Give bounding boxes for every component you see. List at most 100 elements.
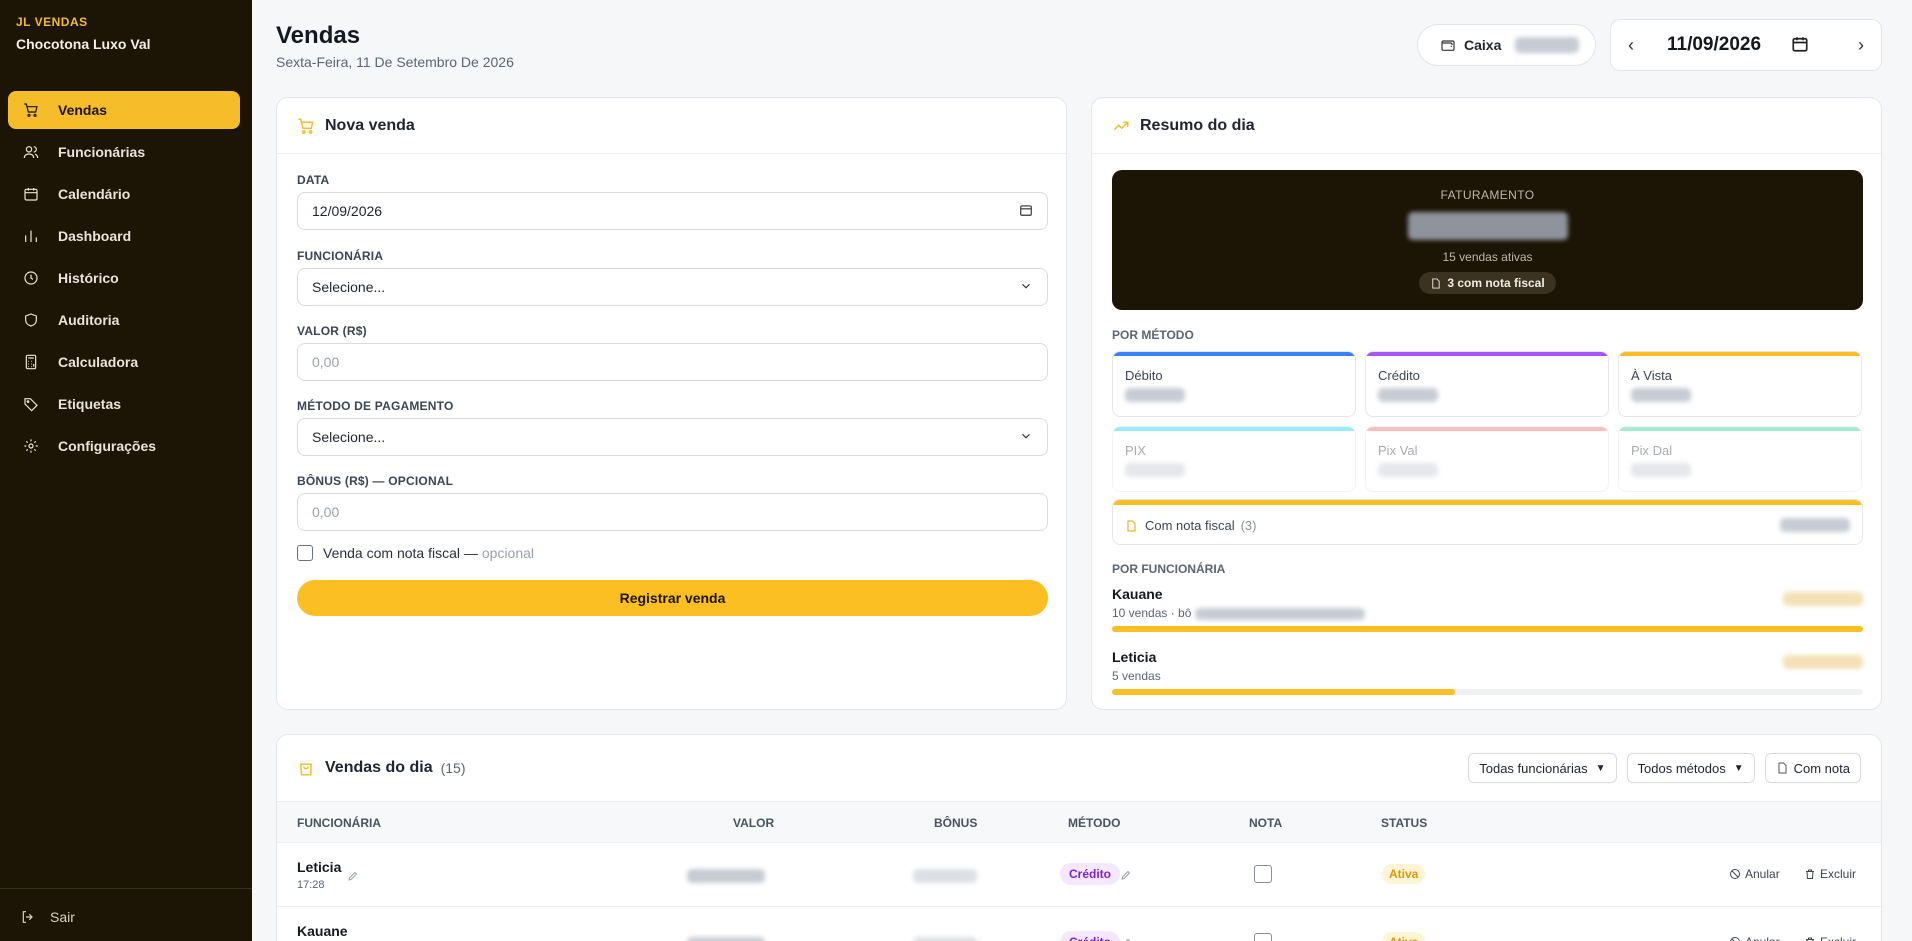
date-label: DATA bbox=[297, 173, 330, 187]
vendas-do-dia-title: Vendas do dia bbox=[325, 759, 433, 776]
nota-fiscal-checkbox[interactable] bbox=[297, 545, 313, 561]
anular-button[interactable]: Anular bbox=[1729, 867, 1780, 881]
metodo-value-blurred bbox=[1125, 463, 1185, 477]
prev-day-button[interactable]: ‹ bbox=[1611, 35, 1651, 56]
funcionaria-progress-track bbox=[1112, 689, 1863, 695]
sidebar-divider bbox=[0, 888, 252, 889]
cart-icon bbox=[298, 118, 314, 134]
file-icon bbox=[1778, 762, 1787, 774]
filter-metodos-select[interactable]: Todos métodos ▼ bbox=[1626, 753, 1755, 783]
filter-funcionarias-select[interactable]: Todas funcionárias ▼ bbox=[1468, 753, 1617, 783]
file-icon bbox=[1432, 277, 1440, 289]
sidebar-item-vendas[interactable]: Vendas bbox=[8, 91, 240, 129]
metodo-color-bar bbox=[1113, 427, 1355, 431]
filter-com-nota-button[interactable]: Com nota bbox=[1764, 753, 1861, 783]
sidebar-item-calendario[interactable]: Calendário bbox=[8, 175, 240, 213]
sidebar-item-historico[interactable]: Histórico bbox=[8, 259, 240, 297]
current-date: 11/09/2026 bbox=[1667, 34, 1762, 55]
resumo-title: Resumo do dia bbox=[1140, 116, 1255, 134]
sidebar-item-label: Vendas bbox=[58, 102, 108, 118]
sidebar-item-label: Etiquetas bbox=[58, 396, 122, 412]
funcionaria-select[interactable]: Selecione... bbox=[297, 268, 1048, 306]
sidebar-item-label: Histórico bbox=[58, 270, 119, 286]
col-metodo: MÉTODO bbox=[1068, 816, 1121, 830]
page-subtitle: Sexta-Feira, 11 De Setembro De 2026 bbox=[276, 54, 514, 70]
excluir-button[interactable]: Excluir bbox=[1804, 867, 1856, 881]
next-day-button[interactable]: › bbox=[1841, 35, 1881, 56]
metodo-select[interactable]: Selecione... bbox=[297, 418, 1048, 456]
vendas-do-dia-card: Vendas do dia (15) Todas funcionárias ▼ T… bbox=[276, 734, 1882, 941]
valor-input[interactable]: 0,00 bbox=[297, 343, 1048, 381]
nota-color-bar bbox=[1113, 500, 1862, 505]
date-input[interactable]: 12/09/2026 bbox=[297, 192, 1048, 230]
metodo-card-pix-val: Pix Val bbox=[1365, 426, 1609, 492]
sidebar-item-label: Calculadora bbox=[58, 354, 139, 370]
caixa-button[interactable]: Caixa bbox=[1417, 24, 1596, 66]
metodo-name: PIX bbox=[1125, 443, 1146, 458]
edit-metodo-pencil-icon[interactable] bbox=[1120, 936, 1132, 941]
row-bonus-blurred bbox=[913, 869, 977, 883]
sidebar-item-label: Auditoria bbox=[58, 312, 120, 328]
calendar-picker-icon[interactable] bbox=[1791, 35, 1809, 56]
metodo-name: Pix Val bbox=[1378, 443, 1418, 458]
edit-metodo-pencil-icon[interactable] bbox=[1120, 868, 1132, 884]
metodo-value-blurred bbox=[1631, 463, 1691, 477]
row-nota-checkbox[interactable] bbox=[1254, 933, 1272, 941]
com-nota-badge: 3 com nota fiscal bbox=[1419, 272, 1556, 294]
col-status: STATUS bbox=[1381, 816, 1428, 830]
sidebar-item-calculadora[interactable]: Calculadora bbox=[8, 343, 240, 381]
metodo-color-bar bbox=[1619, 352, 1861, 356]
row-funcionaria: Kauane bbox=[297, 923, 348, 939]
sidebar-item-label: Dashboard bbox=[58, 228, 132, 244]
page-title: Vendas bbox=[276, 22, 361, 49]
metodo-name: À Vista bbox=[1631, 368, 1672, 383]
funcionaria-sub: 5 vendas bbox=[1112, 669, 1161, 683]
bonus-value-blurred bbox=[1195, 607, 1366, 620]
com-nota-fiscal-card: Com nota fiscal (3) bbox=[1112, 499, 1863, 545]
metodo-value-blurred bbox=[1125, 388, 1185, 402]
logout-button[interactable]: Sair bbox=[20, 909, 75, 925]
calendar-icon bbox=[20, 185, 42, 203]
trending-up-icon bbox=[1113, 121, 1129, 130]
metodo-card-debito: Débito bbox=[1112, 351, 1356, 417]
sidebar-nav: Vendas Funcionárias Calendário Dashboard… bbox=[8, 91, 240, 469]
bonus-label: BÔNUS (R$) — OPCIONAL bbox=[297, 474, 454, 488]
shopping-bag-icon bbox=[299, 763, 313, 776]
sidebar-item-auditoria[interactable]: Auditoria bbox=[8, 301, 240, 339]
sidebar-item-etiquetas[interactable]: Etiquetas bbox=[8, 385, 240, 423]
faturamento-value-blurred bbox=[1408, 212, 1568, 240]
bonus-input[interactable]: 0,00 bbox=[297, 493, 1048, 531]
anular-button[interactable]: Anular bbox=[1729, 935, 1780, 941]
por-funcionaria-label: POR FUNCIONÁRIA bbox=[1112, 562, 1226, 576]
com-nota-badge-label: 3 com nota fiscal bbox=[1447, 276, 1545, 290]
nota-fiscal-checkbox-row[interactable]: Venda com nota fiscal — opcional bbox=[297, 545, 534, 561]
sidebar-item-funcionarias[interactable]: Funcionárias bbox=[8, 133, 240, 171]
por-metodo-label: POR MÉTODO bbox=[1112, 328, 1194, 342]
registrar-venda-button[interactable]: Registrar venda bbox=[297, 580, 1048, 616]
chevron-down-icon bbox=[1019, 429, 1033, 446]
row-metodo-badge: Crédito bbox=[1060, 863, 1120, 885]
brand-tag: JL VENDAS bbox=[16, 15, 88, 29]
row-metodo-badge: Crédito bbox=[1060, 931, 1120, 941]
excluir-button[interactable]: Excluir bbox=[1804, 935, 1856, 941]
com-nota-fiscal-text: Com nota fiscal (3) bbox=[1125, 518, 1256, 533]
sidebar-item-dashboard[interactable]: Dashboard bbox=[8, 217, 240, 255]
row-nota-checkbox[interactable] bbox=[1254, 865, 1272, 883]
funcionaria-name: Kauane bbox=[1112, 586, 1163, 602]
metodo-card-credito: Crédito bbox=[1365, 351, 1609, 417]
bar-chart-icon bbox=[20, 227, 42, 245]
metodo-value-blurred bbox=[1378, 463, 1438, 477]
row-status-badge: Ativa bbox=[1382, 864, 1426, 884]
col-valor: VALOR bbox=[733, 816, 775, 830]
metodo-value-blurred bbox=[1378, 388, 1438, 402]
edit-funcionaria-pencil-icon[interactable] bbox=[347, 869, 359, 885]
funcionaria-value-blurred bbox=[1783, 655, 1863, 669]
clock-icon bbox=[20, 269, 42, 287]
faturamento-panel: FATURAMENTO 15 vendas ativas 3 com nota … bbox=[1112, 170, 1863, 310]
metodo-color-bar bbox=[1113, 352, 1355, 356]
col-nota: NOTA bbox=[1249, 816, 1283, 830]
sidebar-item-configuracoes[interactable]: Configurações bbox=[8, 427, 240, 465]
resumo-card: Resumo do dia FATURAMENTO 15 vendas ativ… bbox=[1091, 97, 1882, 710]
funcionaria-name: Leticia bbox=[1112, 649, 1157, 665]
brand-name: Chocotona Luxo Val bbox=[16, 36, 151, 52]
